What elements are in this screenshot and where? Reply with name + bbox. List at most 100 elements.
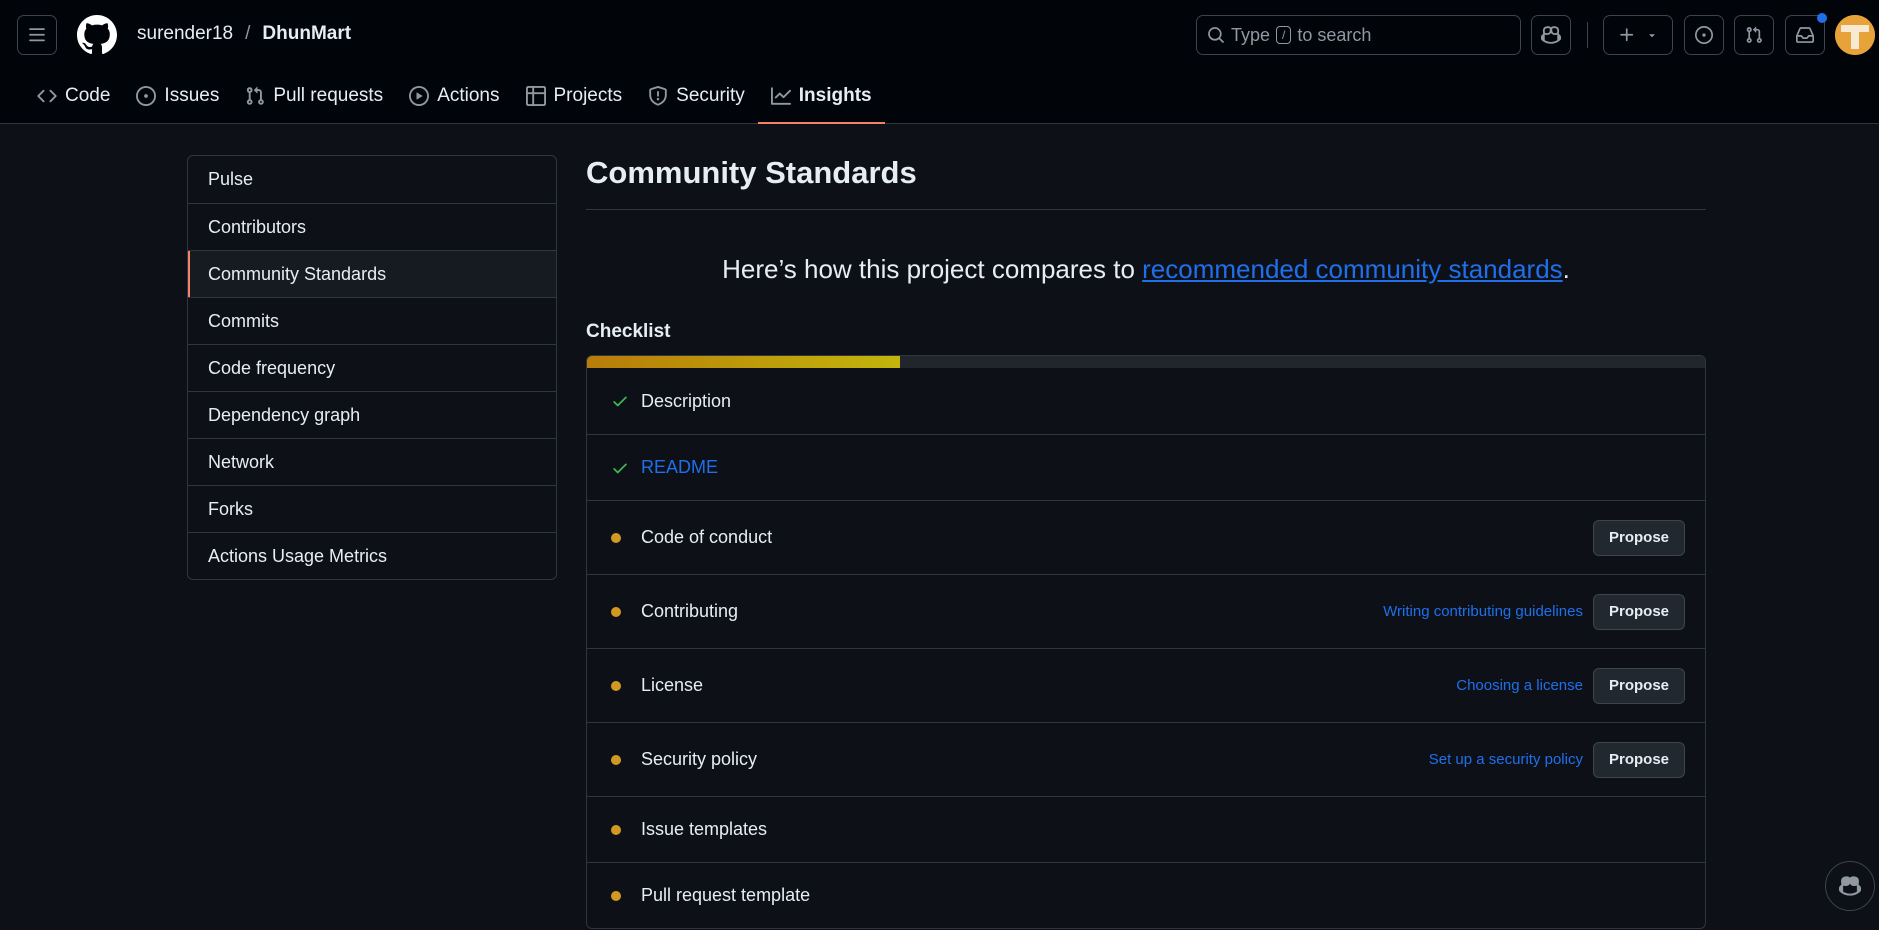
status-dot: [611, 890, 621, 901]
search-prefix: Type: [1231, 24, 1271, 45]
help-link[interactable]: Choosing a license: [1456, 677, 1583, 694]
header-divider: [1587, 22, 1588, 48]
status-dot: [611, 532, 621, 543]
code-icon: [37, 89, 57, 103]
avatar[interactable]: [1835, 15, 1875, 55]
triangle-down-icon: [1649, 34, 1655, 38]
checklist-item-label: Description: [641, 390, 732, 411]
sidebar-item-label: Code frequency: [208, 357, 336, 378]
search-suffix: to search: [1297, 24, 1372, 45]
tab-insights[interactable]: Insights: [757, 76, 885, 124]
sidebar-item-label: Community Standards: [208, 263, 387, 284]
community-standards-link[interactable]: recommended community standards: [1142, 254, 1563, 284]
tab-issues[interactable]: Issues: [123, 76, 232, 116]
progress-fill: [587, 356, 901, 368]
plus-icon: [1620, 28, 1634, 42]
checklist-rows: Description README Code of conduct Propose C…: [587, 368, 1705, 928]
sidebar-item-label: Dependency graph: [208, 404, 361, 425]
checklist-item-label: Code of conduct: [641, 527, 773, 547]
dot-icon: [611, 754, 637, 765]
repo-link[interactable]: DhunMart: [262, 23, 351, 45]
graph-icon: [770, 87, 791, 105]
tab-pull-requests[interactable]: Pull requests: [232, 76, 396, 116]
checklist-item-label: Issue templates: [641, 819, 768, 839]
checklist-row: Security policy Set up a security policy P…: [587, 722, 1705, 796]
checklist-heading: Checklist: [586, 321, 671, 342]
breadcrumb: surender18 / DhunMart: [137, 23, 351, 45]
table-icon: [525, 86, 546, 106]
sidebar-item-actions-usage-metrics[interactable]: Actions Usage Metrics: [188, 532, 556, 579]
checklist-row: License Choosing a license Propose: [587, 648, 1705, 722]
checklist-item-label: License: [641, 675, 704, 695]
github-logo-icon[interactable]: [77, 15, 117, 55]
tab-label: Security: [676, 85, 745, 106]
dot-icon: [611, 680, 637, 691]
avatar-identicon-icon: [1835, 15, 1875, 55]
issues-button[interactable]: [1684, 15, 1724, 55]
sidebar-item-dependency-graph[interactable]: Dependency graph: [188, 391, 556, 438]
copilot-chat-button[interactable]: [1825, 861, 1875, 911]
pull-requests-button[interactable]: [1734, 15, 1774, 55]
copilot-icon: [1839, 876, 1861, 896]
sidebar-item-community-standards[interactable]: Community Standards: [188, 250, 556, 297]
sidebar-item-contributors[interactable]: Contributors: [188, 203, 556, 250]
check-icon: [611, 459, 637, 477]
checklist-row: Issue templates: [587, 796, 1705, 862]
sidebar-item-label: Forks: [208, 498, 253, 519]
repo-tabs: Code Issues Pull requests Actions Projec…: [24, 76, 885, 124]
copilot-button[interactable]: [1531, 15, 1571, 55]
dot-icon: [611, 606, 637, 617]
tab-label: Insights: [798, 85, 872, 106]
search-input[interactable]: Type / to search: [1196, 15, 1521, 55]
tab-code[interactable]: Code: [24, 76, 123, 116]
sidebar-item-label: Network: [208, 451, 275, 472]
search-shortcut-key: /: [1276, 26, 1292, 44]
propose-button[interactable]: Propose: [1592, 741, 1685, 778]
status-dot: [611, 680, 621, 691]
global-header: surender18 / DhunMart Type / to search C…: [0, 0, 1879, 124]
insights-sidebar: Pulse Contributors Community Standards C…: [187, 155, 557, 580]
notification-dot: [1817, 13, 1827, 23]
hamburger-icon: [29, 28, 45, 42]
checklist-row: README: [587, 434, 1705, 500]
sidebar-item-label: Contributors: [208, 216, 307, 237]
tab-label: Pull requests: [273, 85, 384, 106]
checklist: Description README Code of conduct Propose C…: [586, 355, 1706, 929]
sidebar-item-code-frequency[interactable]: Code frequency: [188, 344, 556, 391]
tab-projects[interactable]: Projects: [513, 76, 636, 116]
checklist-row: Contributing Writing contributing guideli…: [587, 574, 1705, 648]
create-new-button[interactable]: [1603, 15, 1673, 55]
propose-button[interactable]: Propose: [1592, 519, 1685, 556]
help-link[interactable]: Writing contributing guidelines: [1383, 603, 1583, 620]
checklist-item-label: Contributing: [641, 601, 739, 621]
sidebar-item-commits[interactable]: Commits: [188, 297, 556, 344]
tab-label: Issues: [164, 85, 220, 106]
owner-link[interactable]: surender18: [137, 23, 233, 45]
propose-button[interactable]: Propose: [1592, 667, 1685, 704]
propose-button[interactable]: Propose: [1592, 593, 1685, 630]
tab-actions[interactable]: Actions: [396, 76, 512, 116]
checklist-item-label: Security policy: [641, 749, 758, 769]
status-dot: [611, 606, 621, 617]
checklist-progress-bar: [587, 356, 1705, 368]
inbox-icon: [1796, 27, 1814, 43]
checklist-row: Code of conduct Propose: [587, 500, 1705, 574]
dot-icon: [611, 890, 637, 901]
pull-request-icon: [247, 86, 265, 105]
sidebar-item-forks[interactable]: Forks: [188, 485, 556, 532]
sidebar-item-pulse[interactable]: Pulse: [188, 156, 556, 203]
menu-button[interactable]: [17, 15, 57, 55]
checklist-item-label[interactable]: README: [641, 457, 1685, 478]
checklist-row: Description: [587, 368, 1705, 434]
tab-label: Projects: [553, 85, 623, 106]
tab-label: Code: [65, 85, 111, 106]
play-icon: [409, 86, 430, 106]
tab-security[interactable]: Security: [635, 76, 758, 116]
git-pull-request-icon: [1746, 26, 1762, 43]
lead-text-before: Here’s how this project compares to: [722, 254, 1143, 284]
help-link[interactable]: Set up a security policy: [1429, 751, 1583, 768]
check-icon: [611, 392, 637, 410]
sidebar-item-network[interactable]: Network: [188, 438, 556, 485]
search-icon: [1208, 27, 1224, 43]
shield-icon: [649, 86, 667, 106]
